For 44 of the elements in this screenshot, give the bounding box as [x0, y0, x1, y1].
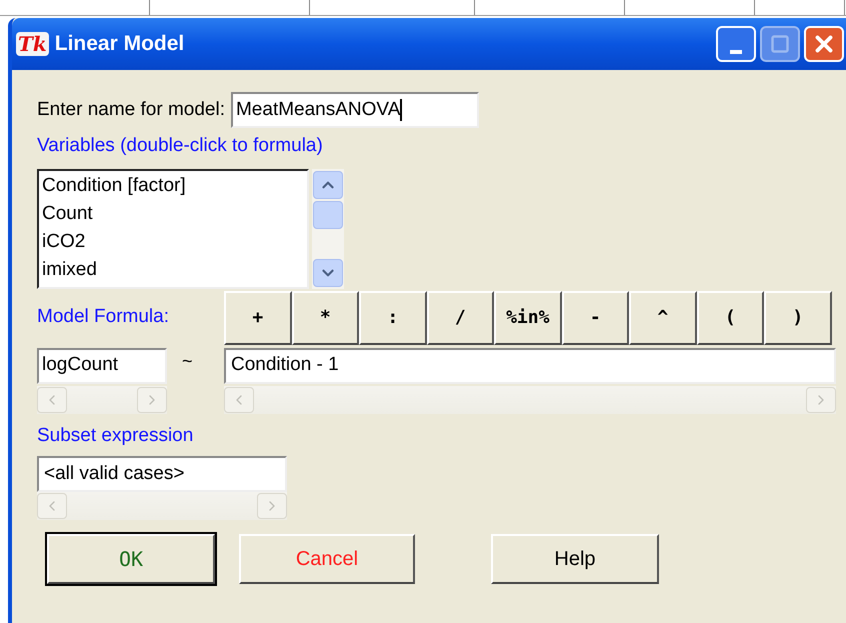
tilde-label: ~: [182, 350, 194, 372]
scroll-down-icon[interactable]: [313, 258, 343, 286]
operator-button[interactable]: (: [696, 290, 764, 344]
scroll-thumb[interactable]: [313, 200, 343, 228]
operator-button[interactable]: %in%: [494, 290, 562, 344]
model-name-label: Enter name for model:: [37, 98, 225, 122]
variables-label: Variables (double-click to formula): [37, 134, 324, 158]
operator-button[interactable]: /: [426, 290, 494, 344]
operator-button[interactable]: ): [764, 290, 832, 344]
help-button[interactable]: Help: [491, 534, 659, 584]
variable-item[interactable]: Count: [42, 200, 307, 228]
operator-button[interactable]: ^: [629, 290, 696, 344]
horizontal-scrollbar[interactable]: [224, 386, 836, 414]
scroll-left-icon[interactable]: [224, 386, 254, 412]
model-name-field[interactable]: MeatMeansANOVA: [230, 92, 479, 128]
ok-button[interactable]: OK: [47, 534, 215, 584]
operator-button[interactable]: +: [224, 290, 292, 344]
variables-listbox[interactable]: Condition [factor] Count iCO2 imixed: [37, 168, 309, 288]
variable-item[interactable]: imixed: [42, 256, 307, 284]
scroll-up-icon[interactable]: [313, 170, 343, 198]
app-logo: Tk: [16, 32, 49, 56]
scroll-right-icon[interactable]: [257, 493, 287, 519]
scroll-right-icon[interactable]: [137, 386, 167, 412]
response-field[interactable]: logCount: [37, 348, 167, 384]
vertical-scrollbar[interactable]: [312, 168, 344, 288]
scroll-left-icon[interactable]: [37, 386, 67, 412]
operator-button[interactable]: -: [562, 290, 629, 344]
subset-label: Subset expression: [37, 424, 194, 448]
scroll-left-icon[interactable]: [37, 493, 67, 519]
maximize-button[interactable]: [760, 26, 800, 62]
scroll-right-icon[interactable]: [806, 386, 836, 412]
operator-button[interactable]: *: [292, 290, 359, 344]
variable-item[interactable]: iCO2: [42, 228, 307, 256]
close-button[interactable]: [804, 26, 844, 62]
window-title: Linear Model: [54, 31, 184, 58]
subset-field[interactable]: <all valid cases>: [37, 456, 287, 492]
minimize-button[interactable]: [716, 26, 756, 62]
formula-field[interactable]: Condition - 1: [224, 348, 836, 384]
variable-item[interactable]: Condition [factor]: [42, 172, 307, 200]
horizontal-scrollbar[interactable]: [37, 386, 167, 414]
model-formula-label: Model Formula:: [37, 305, 170, 330]
horizontal-scrollbar[interactable]: [37, 492, 287, 520]
maximize-icon: [770, 34, 790, 54]
operator-button[interactable]: :: [359, 290, 426, 344]
